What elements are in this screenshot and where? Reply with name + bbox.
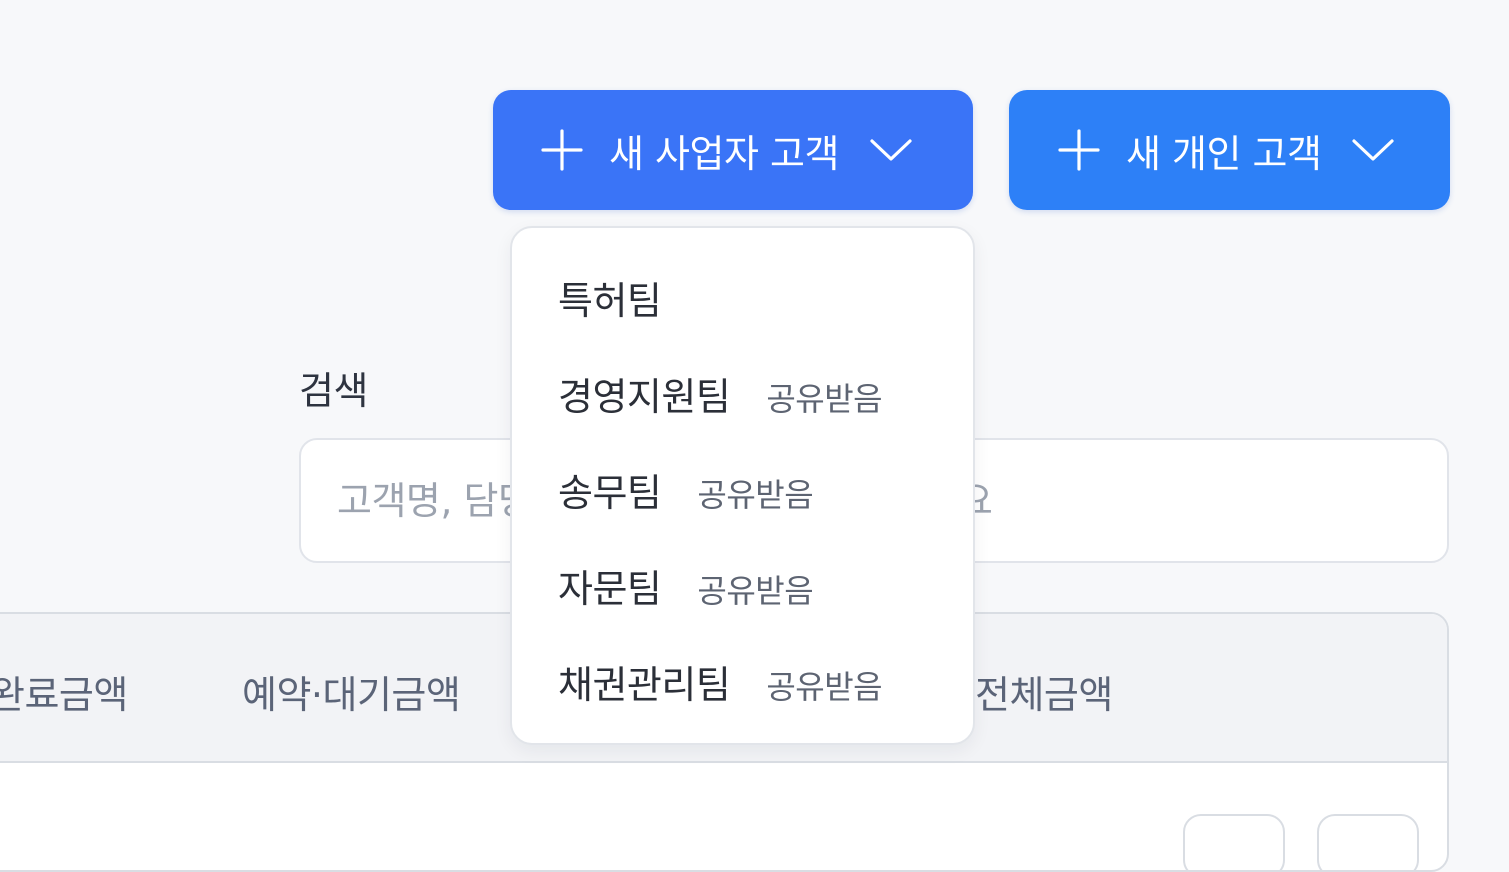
new-business-customer-button[interactable]: 새 사업자 고객 — [493, 90, 973, 210]
shared-badge: 공유받음 — [766, 380, 883, 418]
search-label: 검색 — [299, 369, 368, 413]
team-name: 특허팀 — [558, 279, 662, 323]
menu-item-management-support-team[interactable]: 경영지원팀 공유받음 — [558, 366, 883, 421]
team-dropdown-menu: 특허팀 경영지원팀 공유받음 송무팀 공유받음 자문팀 공유받음 채권관리팀 공… — [510, 226, 975, 745]
row-action-button[interactable] — [1317, 814, 1419, 870]
shared-badge: 공유받음 — [766, 668, 883, 706]
menu-item-debt-management-team[interactable]: 채권관리팀 공유받음 — [558, 654, 883, 709]
new-business-customer-label: 새 사업자 고객 — [609, 131, 839, 176]
team-name: 자문팀 — [558, 567, 662, 611]
column-header-reserved-pending-amount[interactable]: 예약·대기금액 — [242, 664, 461, 719]
shared-badge: 공유받음 — [697, 572, 814, 610]
shared-badge: 공유받음 — [697, 476, 814, 514]
plus-icon — [541, 129, 583, 171]
team-name: 송무팀 — [558, 471, 662, 515]
column-header-completed-amount[interactable]: 완료금액 — [0, 664, 128, 719]
menu-item-advisory-team[interactable]: 자문팀 공유받음 — [558, 558, 814, 613]
plus-icon — [1058, 129, 1100, 171]
row-action-button[interactable] — [1183, 814, 1285, 870]
team-name: 경영지원팀 — [558, 375, 731, 419]
menu-item-patent-team[interactable]: 특허팀 — [558, 270, 662, 325]
team-name: 채권관리팀 — [558, 663, 731, 707]
new-personal-customer-label: 새 개인 고객 — [1126, 131, 1322, 176]
column-header-total-amount[interactable]: 전체금액 — [975, 664, 1113, 719]
chevron-down-icon — [1352, 139, 1395, 161]
menu-item-litigation-team[interactable]: 송무팀 공유받음 — [558, 462, 814, 517]
chevron-down-icon — [870, 139, 912, 161]
new-personal-customer-button[interactable]: 새 개인 고객 — [1009, 90, 1450, 210]
